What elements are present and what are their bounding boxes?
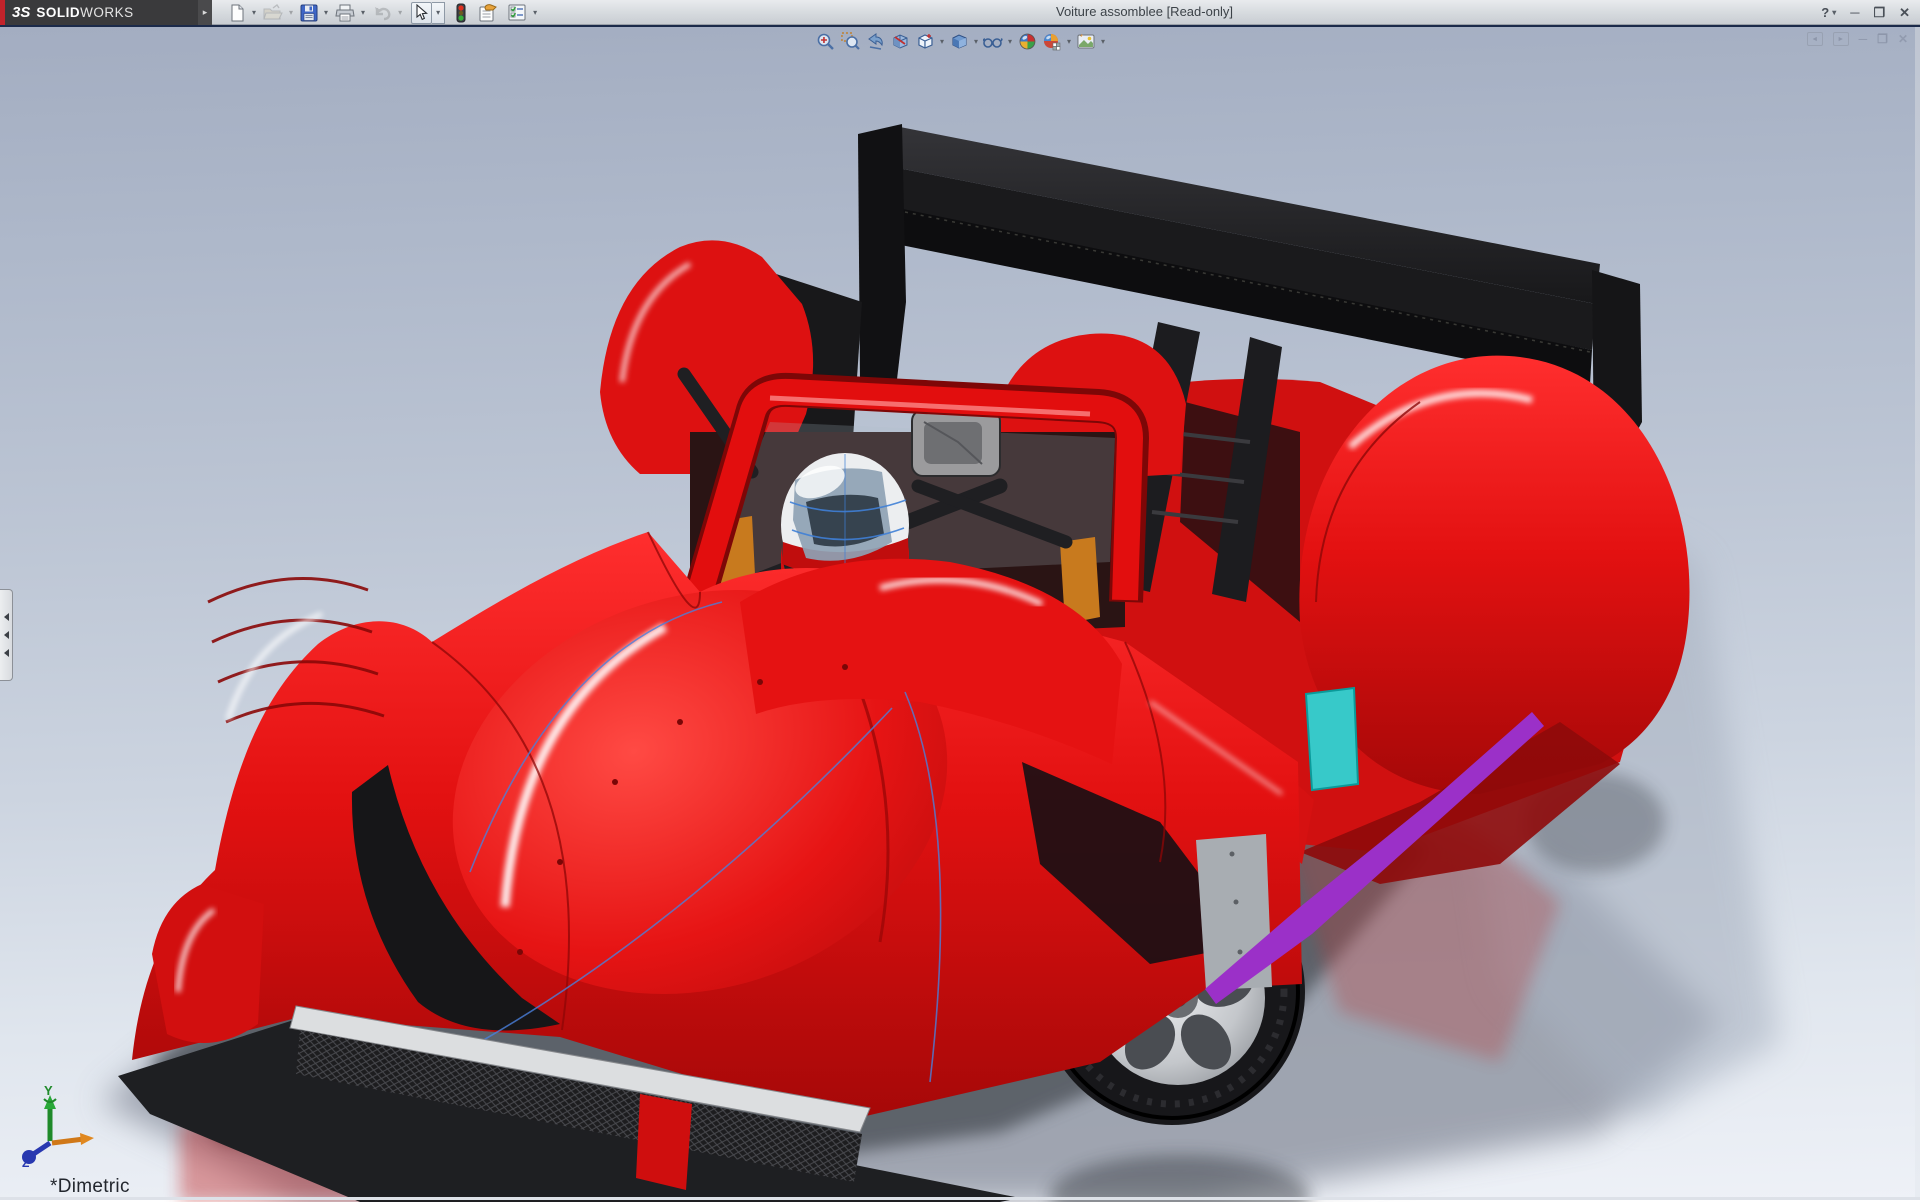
- view-settings-icon: [1077, 34, 1095, 49]
- apply-scene-icon: [1044, 34, 1061, 51]
- view-orientation-icon: [917, 34, 933, 49]
- main-toolbar: ▾ ▾ ▾ ▾ ▾ ▾ ▾: [226, 0, 540, 25]
- display-style-button[interactable]: [948, 31, 970, 52]
- close-button[interactable]: ✕: [1899, 5, 1910, 21]
- undo-arrow-icon: [375, 6, 391, 20]
- 3d-scene: [100, 124, 1780, 1202]
- view-orientation-label: *Dimetric: [50, 1176, 130, 1197]
- logo-text-works: WORKS: [80, 5, 134, 20]
- side-window-teal: [1304, 686, 1360, 792]
- display-style-dropdown[interactable]: ▾: [974, 37, 978, 46]
- options-checklist-icon: [508, 4, 526, 21]
- help-button[interactable]: ? ▾: [1821, 5, 1836, 20]
- file-properties-button[interactable]: [475, 1, 499, 24]
- view-orientation-button[interactable]: [914, 31, 936, 52]
- rebuild-button[interactable]: [453, 1, 469, 24]
- viewport-right-edge: [1915, 27, 1920, 1200]
- section-view-icon: [892, 34, 907, 49]
- reference-triad: Y Z: [14, 1083, 100, 1172]
- apply-scene-dropdown[interactable]: ▾: [1067, 37, 1071, 46]
- new-document-button[interactable]: [226, 1, 248, 24]
- print-icon: [335, 4, 355, 21]
- open-document-button[interactable]: [261, 1, 285, 24]
- logo-red-strip: [0, 0, 5, 25]
- open-folder-icon: [263, 3, 283, 19]
- grille-strut: [636, 1094, 692, 1190]
- hide-show-items-button[interactable]: [982, 31, 1004, 52]
- file-properties-icon: [479, 4, 497, 22]
- logo-text-solid: SOLID: [36, 5, 81, 20]
- doc-restore-button[interactable]: ❐: [1877, 32, 1888, 46]
- menu-expand-arrow[interactable]: ▸: [198, 0, 212, 25]
- intake-mirror-box: [911, 409, 1001, 477]
- collapse-arrow-icon: [3, 631, 9, 639]
- help-dropdown[interactable]: ▾: [1832, 8, 1836, 17]
- pane-toggle-left-button[interactable]: ◄: [1806, 32, 1823, 46]
- edit-appearance-icon: [1019, 33, 1035, 50]
- options-button[interactable]: [505, 1, 529, 24]
- graphics-viewport[interactable]: ▾ ▾ ▾ ▾ ▾ ◄ ► ─ ❐ ✕ Y Z *Dimetric: [0, 25, 1920, 1202]
- collapse-arrow-icon: [3, 613, 9, 621]
- select-tool-button[interactable]: [411, 1, 433, 24]
- print-button[interactable]: [333, 1, 357, 24]
- save-dropdown[interactable]: ▾: [324, 8, 328, 17]
- solidworks-logo: 3S SOLIDWORKS: [0, 0, 198, 25]
- save-button[interactable]: [298, 1, 320, 24]
- window-title: Voiture assomblee [Read-only]: [1056, 4, 1234, 19]
- triad-y-label: Y: [44, 1083, 53, 1098]
- save-floppy-icon: [300, 4, 318, 21]
- 3ds-logo-icon: 3S: [12, 4, 31, 21]
- undo-button[interactable]: [370, 1, 394, 24]
- collapse-arrow-icon: [3, 649, 9, 657]
- open-dropdown[interactable]: ▾: [289, 8, 293, 17]
- hide-show-items-dropdown[interactable]: ▾: [1008, 37, 1012, 46]
- pane-toggle-right-button[interactable]: ►: [1832, 32, 1849, 46]
- zoom-to-fit-icon: [817, 33, 834, 50]
- logo-text: SOLIDWORKS: [36, 5, 133, 20]
- options-dropdown[interactable]: ▾: [533, 8, 537, 17]
- select-tool-dropdown[interactable]: ▾: [432, 1, 446, 24]
- new-dropdown[interactable]: ▾: [252, 8, 256, 17]
- doc-close-button[interactable]: ✕: [1898, 32, 1908, 46]
- restore-button[interactable]: ❐: [1873, 5, 1885, 21]
- undo-dropdown[interactable]: ▾: [398, 8, 402, 17]
- print-dropdown[interactable]: ▾: [361, 8, 365, 17]
- new-document-icon: [231, 4, 244, 21]
- view-settings-button[interactable]: [1075, 31, 1097, 52]
- zoom-to-fit-button[interactable]: [814, 31, 836, 52]
- previous-view-icon: [867, 33, 883, 50]
- title-bar: 3S SOLIDWORKS ▸ ▾ ▾ ▾ ▾ ▾ ▾ ▾ Voiture as…: [0, 0, 1920, 25]
- section-view-button[interactable]: [889, 31, 911, 52]
- hide-show-items-icon: [982, 38, 1003, 48]
- edit-appearance-button[interactable]: [1016, 31, 1038, 52]
- previous-view-button[interactable]: [864, 31, 886, 52]
- minimize-button[interactable]: ─: [1850, 5, 1859, 20]
- zoom-to-area-button[interactable]: [839, 31, 861, 52]
- zoom-to-area-icon: [840, 32, 860, 50]
- apply-scene-button[interactable]: [1041, 31, 1063, 52]
- window-controls: ? ▾ ─ ❐ ✕: [1821, 0, 1910, 25]
- doc-minimize-button[interactable]: ─: [1859, 32, 1868, 46]
- view-settings-dropdown[interactable]: ▾: [1101, 37, 1105, 46]
- traffic-light-icon: [456, 3, 466, 22]
- document-window-controls: ◄ ► ─ ❐ ✕: [1806, 32, 1908, 46]
- triad-z-label: Z: [22, 1156, 29, 1167]
- display-style-icon: [951, 34, 966, 49]
- front-canard: [152, 884, 264, 1043]
- select-cursor-icon: [416, 4, 429, 21]
- feature-manager-collapsed-tab[interactable]: [0, 589, 13, 681]
- view-orientation-dropdown[interactable]: ▾: [940, 37, 944, 46]
- heads-up-view-toolbar: ▾ ▾ ▾ ▾ ▾: [808, 30, 1112, 53]
